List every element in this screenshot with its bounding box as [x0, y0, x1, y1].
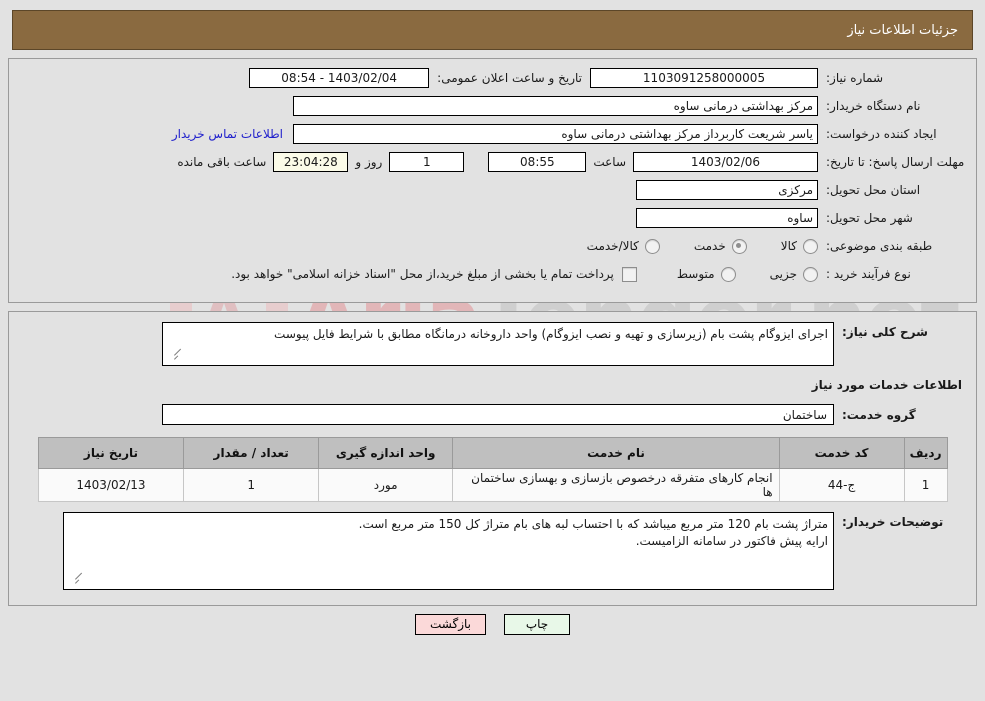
deadline-row: مهلت ارسال پاسخ: تا تاریخ: 1403/02/06 سا…: [19, 151, 966, 173]
deadline-date-field[interactable]: 1403/02/06: [633, 152, 818, 172]
province-field[interactable]: مرکزی: [636, 180, 818, 200]
cell-service-code: ج-44: [778, 468, 905, 502]
column-header-service-name: نام خدمت: [452, 437, 780, 469]
need-info-panel: شماره نیاز: 1103091258000005 تاریخ و ساع…: [8, 58, 977, 303]
buyer-notes-line-1: متراژ پشت بام 120 متر مربع میباشد که با …: [358, 517, 828, 531]
back-button[interactable]: بازگشت: [415, 614, 486, 635]
service-group-field[interactable]: ساختمان: [162, 404, 834, 425]
deadline-hour-field[interactable]: 08:55: [488, 152, 587, 172]
process-radio-group: جزیی متوسط: [643, 266, 818, 282]
province-row: استان محل تحویل: مرکزی: [19, 179, 966, 201]
province-label: استان محل تحویل:: [826, 182, 921, 197]
buyer-notes-textarea[interactable]: متراژ پشت بام 120 متر مربع میباشد که با …: [63, 512, 834, 590]
radio-icon[interactable]: [644, 238, 660, 254]
radio-icon[interactable]: [803, 266, 818, 282]
radio-icon[interactable]: [803, 238, 818, 254]
general-need-row: شرح کلی نیاز: اجرای ایزوگام پشت بام (زیر…: [19, 322, 966, 366]
need-number-label: شماره نیاز:: [826, 70, 883, 85]
treasury-checkbox-item[interactable]: پرداخت تمام یا بخشی از مبلغ خرید،از محل …: [231, 266, 637, 282]
page-root: جزئیات اطلاعات نیاز شماره نیاز: 11030912…: [0, 10, 985, 635]
need-number-row: شماره نیاز: 1103091258000005 تاریخ و ساع…: [19, 67, 966, 89]
buyer-contact-link[interactable]: اطلاعات تماس خریدار: [162, 127, 293, 141]
radio-icon[interactable]: [720, 266, 736, 282]
category-label: طبقه بندی موضوعی:: [826, 238, 933, 253]
column-header-unit: واحد اندازه گیری: [317, 437, 454, 469]
category-radio-group: کالا خدمت کالا/خدمت: [553, 238, 818, 254]
general-need-label: شرح کلی نیاز:: [842, 325, 928, 339]
buyer-notes-line-2: ارایه پیش فاکتور در سامانه الزامیست.: [635, 534, 828, 548]
resize-grip-icon[interactable]: [66, 572, 83, 588]
treasury-checkbox-text: پرداخت تمام یا بخشی از مبلغ خرید،از محل …: [231, 267, 614, 281]
services-table: ردیف کد خدمت نام خدمت واحد اندازه گیری ت…: [37, 437, 948, 502]
radio-icon[interactable]: [731, 238, 747, 254]
category-row: طبقه بندی موضوعی: کالا خدمت کالا/خدمت: [19, 235, 966, 257]
process-option-medium[interactable]: متوسط: [676, 266, 736, 282]
public-announce-field[interactable]: 1403/02/04 - 08:54: [249, 68, 430, 88]
column-header-quantity: تعداد / مقدار: [183, 437, 319, 469]
buyer-notes-row: توضیحات خریدار: متراژ پشت بام 120 متر مر…: [19, 512, 966, 590]
cell-unit: مورد: [317, 468, 454, 502]
buyer-org-label: نام دستگاه خریدار:: [826, 98, 921, 113]
category-option-goods[interactable]: کالا: [780, 238, 818, 254]
resize-grip-icon[interactable]: [165, 348, 182, 364]
process-row: نوع فرآیند خرید : جزیی متوسط پرداخت تمام…: [19, 263, 966, 285]
process-option-minor-label: جزیی: [769, 267, 797, 281]
need-number-field[interactable]: 1103091258000005: [590, 68, 818, 88]
category-option-service-label: خدمت: [693, 239, 726, 253]
process-option-minor[interactable]: جزیی: [769, 266, 818, 282]
cell-radif: 1: [903, 468, 948, 502]
remaining-days-label: روز و: [355, 155, 383, 169]
cell-service-name: انجام کارهای متفرقه درخصوص بازسازی و بهس…: [452, 468, 780, 502]
creator-row: ایجاد کننده درخواست: یاسر شریعت کاربرداز…: [19, 123, 966, 145]
remaining-time-label: ساعت باقی مانده: [177, 155, 267, 169]
deadline-hour-label: ساعت: [593, 155, 626, 169]
general-need-text: اجرای ایزوگام پشت بام (زیرسازی و تهیه و …: [274, 327, 828, 341]
column-header-radif: ردیف: [903, 437, 948, 469]
page-header: جزئیات اطلاعات نیاز: [12, 10, 973, 50]
buyer-notes-label: توضیحات خریدار:: [842, 515, 944, 529]
category-option-goods-label: کالا: [780, 239, 797, 253]
column-header-service-code: کد خدمت: [778, 437, 905, 469]
city-field[interactable]: ساوه: [636, 208, 818, 228]
category-option-goods-service-label: کالا/خدمت: [586, 239, 639, 253]
process-option-medium-label: متوسط: [676, 267, 715, 281]
footer-actions: چاپ بازگشت: [0, 614, 985, 635]
services-section-title: اطلاعات خدمات مورد نیاز: [811, 378, 962, 392]
category-option-service[interactable]: خدمت: [693, 238, 747, 254]
need-description-panel: شرح کلی نیاز: اجرای ایزوگام پشت بام (زیر…: [8, 311, 977, 606]
table-row: 1 ج-44 انجام کارهای متفرقه درخصوص بازساز…: [37, 468, 948, 502]
page-title: جزئیات اطلاعات نیاز: [847, 22, 958, 38]
category-option-goods-service[interactable]: کالا/خدمت: [586, 238, 660, 254]
deadline-label: مهلت ارسال پاسخ: تا تاریخ:: [826, 154, 965, 169]
remaining-days-field: 1: [389, 152, 465, 172]
table-header-row: ردیف کد خدمت نام خدمت واحد اندازه گیری ت…: [37, 437, 948, 469]
buyer-org-field[interactable]: مرکز بهداشتی درمانی ساوه: [293, 96, 818, 116]
remaining-time-countdown: 23:04:28: [273, 152, 349, 172]
column-header-need-date: تاریخ نیاز: [37, 437, 185, 469]
city-label: شهر محل تحویل:: [826, 210, 913, 225]
city-row: شهر محل تحویل: ساوه: [19, 207, 966, 229]
cell-need-date: 1403/02/13: [37, 468, 185, 502]
service-group-row: گروه خدمت: ساختمان: [19, 404, 966, 425]
buyer-org-row: نام دستگاه خریدار: مرکز بهداشتی درمانی س…: [19, 95, 966, 117]
process-label: نوع فرآیند خرید :: [826, 266, 911, 281]
creator-field[interactable]: یاسر شریعت کاربرداز مرکز بهداشتی درمانی …: [293, 124, 818, 144]
creator-label: ایجاد کننده درخواست:: [826, 126, 937, 141]
general-need-textarea[interactable]: اجرای ایزوگام پشت بام (زیرسازی و تهیه و …: [162, 322, 834, 366]
checkbox-icon[interactable]: [621, 266, 637, 282]
cell-quantity: 1: [183, 468, 319, 502]
print-button[interactable]: چاپ: [504, 614, 570, 635]
service-group-label: گروه خدمت:: [842, 407, 916, 422]
public-announce-label: تاریخ و ساعت اعلان عمومی:: [437, 71, 582, 85]
